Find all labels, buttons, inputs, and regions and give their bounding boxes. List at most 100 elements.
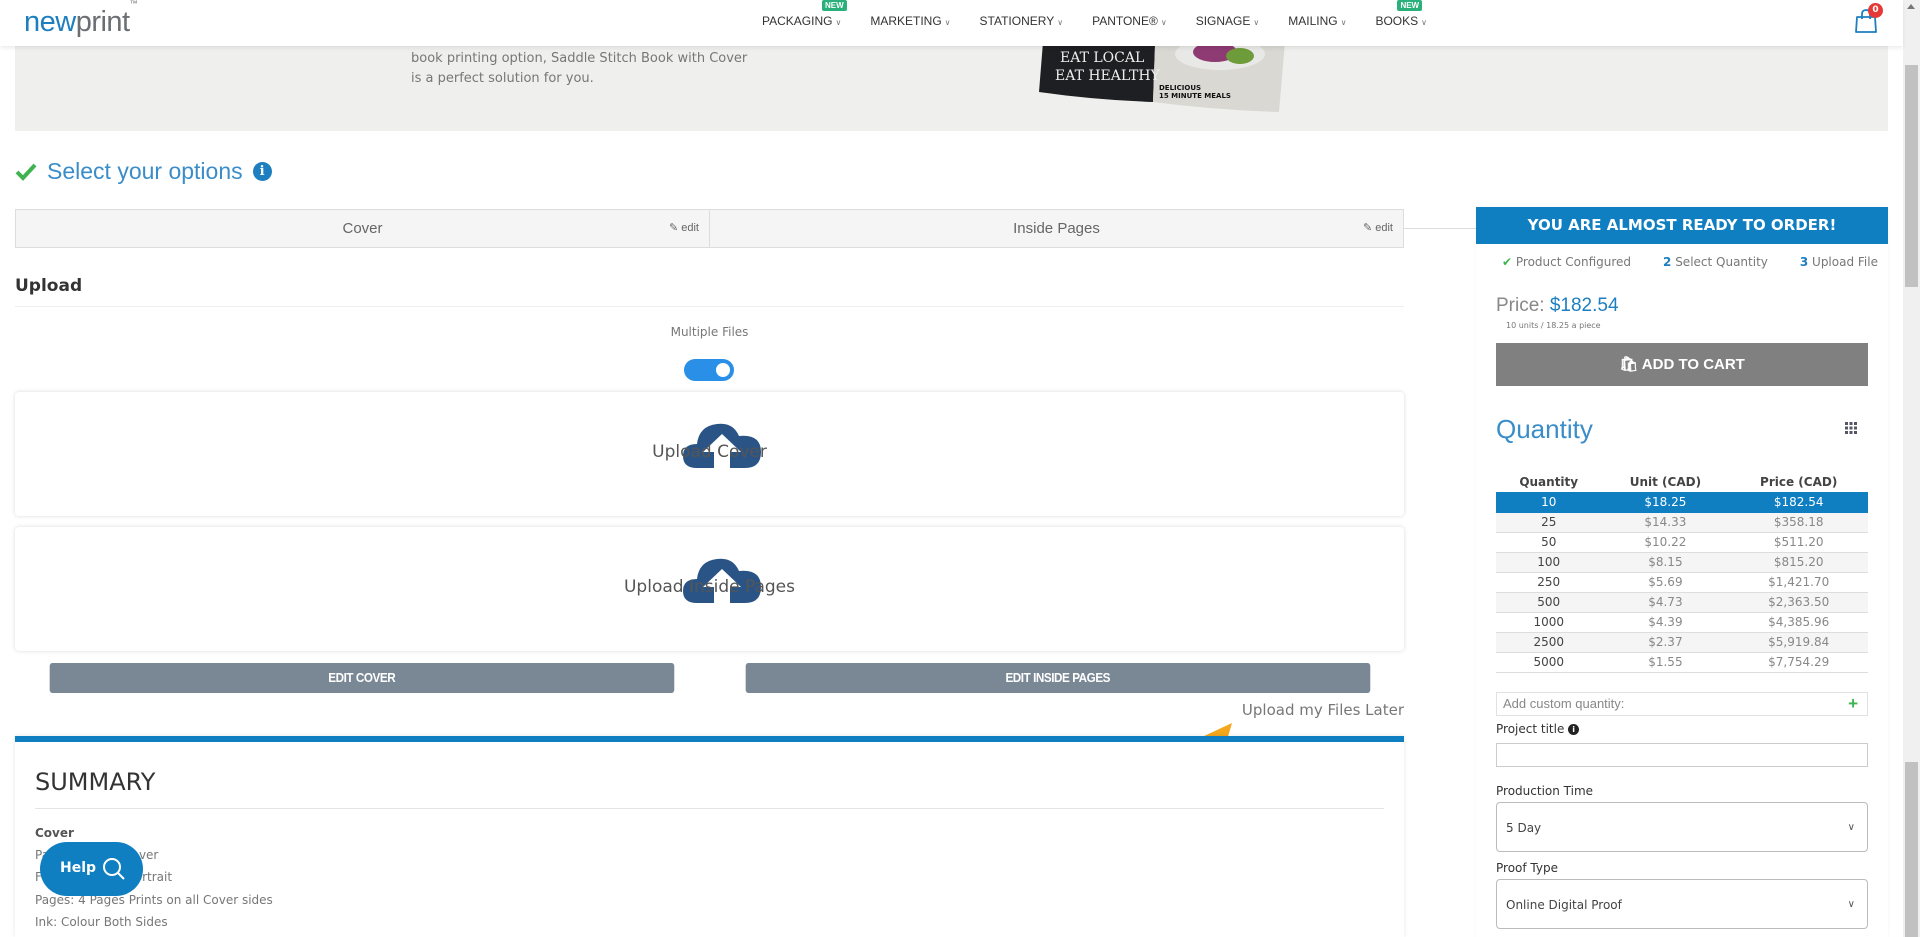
image-text-4: 15 MINUTE MEALS [1159,92,1231,100]
step-number: 2 [1663,255,1672,269]
upload-cover-label: Upload Cover [652,442,767,462]
nav-signage[interactable]: SIGNAGE ∨ [1196,14,1260,28]
shopping-bag-icon: 🛍︎ [1619,356,1639,373]
quantity-row[interactable]: 5000 $1.55 $7,754.29 [1496,652,1868,673]
search-icon [103,858,125,880]
quantity-row[interactable]: 250 $5.69 $1,421.70 [1496,572,1868,593]
edit-inside-pages-button[interactable]: EDIT INSIDE PAGES [745,663,1370,693]
step-label: Product Configured [1515,255,1632,269]
scrollbar-thumb[interactable] [1905,65,1918,287]
tab-label: Cover [342,220,383,237]
unit-price-cell: $10.22 [1601,532,1730,553]
edit-cover-link[interactable]: ✎ edit [669,210,699,247]
project-title-input[interactable] [1496,743,1868,767]
column-header: Unit (CAD) [1629,475,1702,489]
upload-cover-dropzone[interactable]: Upload Cover [15,392,1404,516]
order-steps: ✔ Product Configured 2 Select Quantity 3… [1502,255,1878,269]
quantity-row[interactable]: 10 $18.25 $182.54 [1496,492,1868,513]
quantity-row[interactable]: 100 $8.15 $815.20 [1496,552,1868,573]
unit-price-cell: $5.69 [1601,572,1730,593]
checkmark-icon [15,163,37,181]
quantity-cell: 25 [1496,512,1602,533]
unit-price-cell: $14.33 [1601,512,1730,533]
chevron-down-icon: ∨ [944,18,951,27]
edit-cover-button[interactable]: EDIT COVER [49,663,674,693]
add-to-cart-button[interactable]: 🛍︎ ADD TO CART [1496,343,1868,386]
selected-value: 5 Day [1506,821,1542,835]
total-price-cell: $358.18 [1729,512,1868,533]
price-per-unit: 10 units / 18.25 a piece [1506,321,1601,330]
info-icon[interactable]: i [252,162,272,181]
page-scrollbar[interactable] [1903,0,1920,937]
nav-books[interactable]: NEW BOOKS ∨ [1375,0,1427,28]
nav-marketing[interactable]: MARKETING ∨ [870,14,950,28]
quantity-row[interactable]: 1000 $4.39 $4,385.96 [1496,612,1868,633]
multiple-files-toggle[interactable] [684,359,734,381]
checkmark-icon: ✔ [1502,255,1513,269]
image-text-1: EAT LOCAL [1060,50,1144,66]
newprint-logo[interactable]: newprint™ [24,0,138,39]
quantity-row[interactable]: 2500 $2.37 $5,919.84 [1496,632,1868,653]
help-button[interactable]: Help [40,842,143,896]
nav-label: MAILING [1288,14,1338,28]
step-label: Upload File [1812,255,1878,269]
unit-price-cell: $2.37 [1601,632,1730,653]
unit-price-cell: $8.15 [1601,552,1730,573]
nav-mailing[interactable]: MAILING ∨ [1288,14,1346,28]
production-time-label: Production Time [1496,784,1594,798]
total-price-cell: $7,754.29 [1729,652,1868,673]
price-label: Price: [1496,295,1545,316]
nav-packaging[interactable]: NEW PACKAGING ∨ [762,0,847,28]
tab-inside-pages[interactable]: Inside Pages ✎ edit [709,210,1403,247]
order-panel-header: YOU ARE ALMOST READY TO ORDER! [1476,207,1888,244]
upload-inside-dropzone[interactable]: Upload Inside Pages [15,527,1404,651]
divider [35,808,1384,809]
nav-label: MARKETING [870,14,942,28]
edit-label: edit [681,222,699,234]
table-header-row: Quantity Unit (CAD) Price (CAD) [1496,472,1868,492]
total-price-cell: $5,919.84 [1729,632,1868,653]
custom-quantity-input[interactable]: Add custom quantity: + [1496,692,1868,716]
step-number: 3 [1799,255,1809,269]
options-title: Select your options [47,158,243,184]
summary-title: SUMMARY [35,768,156,796]
edit-inside-link[interactable]: ✎ edit [1363,210,1393,247]
quantity-cell: 1000 [1496,612,1602,633]
scroll-up-arrow-icon[interactable] [1907,4,1915,9]
nav-stationery[interactable]: STATIONERY ∨ [980,14,1064,28]
custom-quantity-placeholder: Add custom quantity: [1503,696,1625,711]
summary-panel: SUMMARY Cover Paper: Coated Cover Format… [15,736,1404,937]
proof-type-select[interactable]: Online Digital Proof ∨ [1496,879,1868,929]
total-price-cell: $1,421.70 [1729,572,1868,593]
options-heading: Select your options i [15,158,272,185]
grid-view-icon[interactable] [1845,422,1857,434]
step-product-configured: ✔ Product Configured [1502,255,1631,269]
scrollbar-thumb-secondary[interactable] [1905,762,1918,937]
product-image: EAT LOCAL EAT HEALTHY DELICIOUS 15 MINUT… [1039,40,1285,112]
toggle-knob [716,363,730,377]
quantity-row[interactable]: 500 $4.73 $2,363.50 [1496,592,1868,613]
tab-cover[interactable]: Cover ✎ edit [16,210,709,247]
quantity-cell: 250 [1496,572,1602,593]
unit-price-cell: $18.25 [1601,492,1730,513]
chevron-down-icon: ∨ [1057,18,1064,27]
divider [15,306,1404,307]
plus-icon[interactable]: + [1848,693,1858,715]
help-label: Help [60,860,97,876]
logo-print: print [75,6,130,38]
main-nav: NEW PACKAGING ∨ MARKETING ∨ STATIONERY ∨ PAN… [762,0,1456,28]
chevron-down-icon: ∨ [1160,18,1167,27]
quantity-cell: 500 [1496,592,1602,613]
quantity-row[interactable]: 25 $14.33 $358.18 [1496,512,1868,533]
info-icon[interactable]: i [1568,724,1580,735]
quantity-row[interactable]: 50 $10.22 $511.20 [1496,532,1868,553]
chevron-down-icon: ∨ [1847,822,1855,833]
project-title-label: Project title i [1496,722,1580,736]
nav-pantone[interactable]: PANTONE® ∨ [1092,14,1167,28]
unit-price-cell: $1.55 [1601,652,1730,673]
production-time-select[interactable]: 5 Day ∨ [1496,802,1868,852]
step-label: Select Quantity [1675,255,1768,269]
upload-later-link[interactable]: Upload my Files Later [1240,701,1404,719]
tab-label: Inside Pages [1013,220,1100,237]
column-header: Price (CAD) [1760,475,1838,489]
